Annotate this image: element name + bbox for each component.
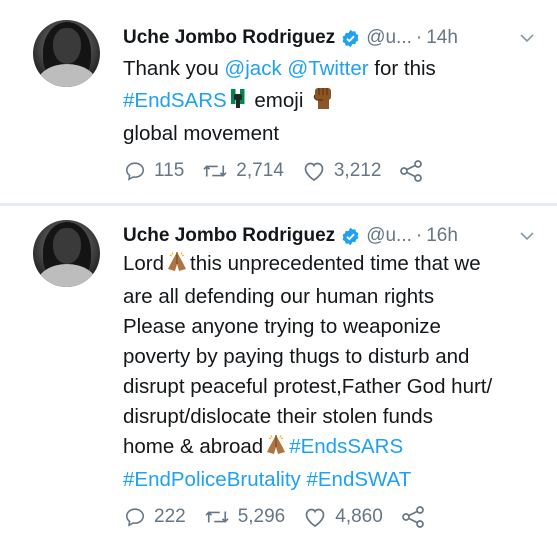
tweet-text-line: Lord this unprecedented time that we bbox=[123, 249, 533, 282]
chevron-down-icon[interactable] bbox=[519, 30, 535, 46]
text-segment: emoji bbox=[248, 89, 310, 112]
tweet-text-line: Thank you @jack @Twitter for this bbox=[123, 54, 533, 84]
text-segment: Please anyone trying to weaponize bbox=[123, 315, 441, 338]
share-button[interactable] bbox=[399, 160, 431, 182]
avatar[interactable] bbox=[33, 20, 100, 87]
retweet-icon bbox=[203, 165, 227, 177]
tweet-text-line: home & abroad #EndsSARS bbox=[123, 432, 533, 465]
avatar[interactable] bbox=[33, 220, 100, 287]
tweet-actions: 222 5,296 4,860 bbox=[124, 506, 451, 528]
tweet-time[interactable]: 16h bbox=[426, 225, 458, 247]
share-icon bbox=[401, 506, 424, 528]
tweet-actions: 115 2,714 3,212 bbox=[124, 160, 449, 182]
heart-icon bbox=[304, 162, 324, 182]
retweet-button[interactable]: 2,714 bbox=[202, 160, 284, 182]
chevron-down-icon[interactable] bbox=[519, 228, 535, 244]
reply-icon bbox=[125, 508, 145, 527]
text-segment: global movement bbox=[123, 122, 280, 145]
mention-link[interactable]: @Twitter bbox=[287, 57, 368, 80]
raised-fist-emoji bbox=[311, 84, 335, 119]
retweet-icon bbox=[205, 511, 229, 523]
separator-dot: · bbox=[415, 27, 423, 48]
tweet-text-line: are all defending our human rights bbox=[123, 282, 533, 312]
author-handle[interactable]: @u... bbox=[366, 225, 412, 247]
tweet-text-line: disrupt/dislocate their stolen funds bbox=[123, 402, 533, 432]
tweet-text-line: #EndPoliceBrutality #EndSWAT bbox=[123, 465, 533, 495]
reply-count: 115 bbox=[154, 160, 185, 181]
tweet-text-line: poverty by paying thugs to disturb and bbox=[123, 342, 533, 372]
tweet-text-line: global movement bbox=[123, 119, 533, 149]
reply-count: 222 bbox=[154, 506, 186, 527]
heart-icon bbox=[305, 508, 325, 528]
hashtag-link[interactable]: #EndPoliceBrutality bbox=[123, 468, 301, 491]
tweet[interactable]: Uche Jombo Rodriguez @u... · 16h Lord thi… bbox=[0, 206, 557, 538]
reply-icon bbox=[125, 162, 145, 181]
like-button[interactable]: 4,860 bbox=[303, 506, 383, 528]
hashtag-link[interactable]: #EndSWAT bbox=[306, 468, 411, 491]
share-button[interactable] bbox=[401, 506, 433, 528]
hashtag-link[interactable]: #EndSARS bbox=[123, 89, 227, 112]
separator-dot: · bbox=[415, 225, 423, 246]
text-segment: Thank you bbox=[123, 57, 225, 80]
text-segment: disrupt/dislocate their stolen funds bbox=[123, 405, 433, 428]
mention-link[interactable]: @jack bbox=[224, 57, 281, 80]
text-segment: home & abroad bbox=[123, 435, 264, 458]
flag-fist-emoji bbox=[229, 86, 247, 119]
reply-button[interactable]: 115 bbox=[124, 160, 184, 182]
tweet-text-line: #EndSARS emoji bbox=[123, 84, 533, 119]
verified-badge-icon bbox=[342, 29, 359, 47]
author-name[interactable]: Uche Jombo Rodriguez bbox=[123, 225, 335, 247]
author-name[interactable]: Uche Jombo Rodriguez bbox=[123, 27, 335, 49]
tweet[interactable]: Uche Jombo Rodriguez @u... · 14h Thank y… bbox=[0, 0, 557, 204]
retweet-count: 2,714 bbox=[236, 160, 284, 181]
reply-button[interactable]: 222 bbox=[124, 506, 186, 528]
tweet-text-line: Please anyone trying to weaponize bbox=[123, 312, 533, 342]
like-count: 4,860 bbox=[335, 506, 383, 527]
text-segment: poverty by paying thugs to disturb and bbox=[123, 345, 470, 368]
retweet-button[interactable]: 5,296 bbox=[204, 506, 286, 528]
tweet-text-line: disrupt peaceful protest,Father God hurt… bbox=[123, 372, 533, 402]
tweet-time[interactable]: 14h bbox=[426, 27, 458, 49]
tweet-header: Uche Jombo Rodriguez @u... · 14h bbox=[123, 23, 458, 53]
hashtag-link[interactable]: #EndsSARS bbox=[289, 435, 403, 458]
verified-badge-icon bbox=[342, 227, 359, 245]
share-icon bbox=[400, 160, 423, 182]
text-segment: are all defending our human rights bbox=[123, 285, 435, 308]
retweet-count: 5,296 bbox=[237, 506, 286, 527]
tweet-header: Uche Jombo Rodriguez @u... · 16h bbox=[123, 221, 458, 251]
author-handle[interactable]: @u... bbox=[366, 27, 412, 49]
like-button[interactable]: 3,212 bbox=[302, 160, 382, 182]
praying-hands-emoji bbox=[265, 432, 287, 465]
like-count: 3,212 bbox=[333, 160, 382, 181]
text-segment: Lord bbox=[123, 252, 165, 275]
text-segment: for this bbox=[368, 57, 436, 80]
text-segment: disrupt peaceful protest,Father God hurt… bbox=[123, 375, 493, 398]
text-segment: this unprecedented time that we bbox=[190, 252, 481, 275]
praying-hands-emoji bbox=[166, 249, 188, 282]
tweet-text: Lord this unprecedented time that we are a… bbox=[123, 249, 533, 495]
tweet-text: Thank you @jack @Twitter for this #EndSAR… bbox=[123, 54, 533, 149]
